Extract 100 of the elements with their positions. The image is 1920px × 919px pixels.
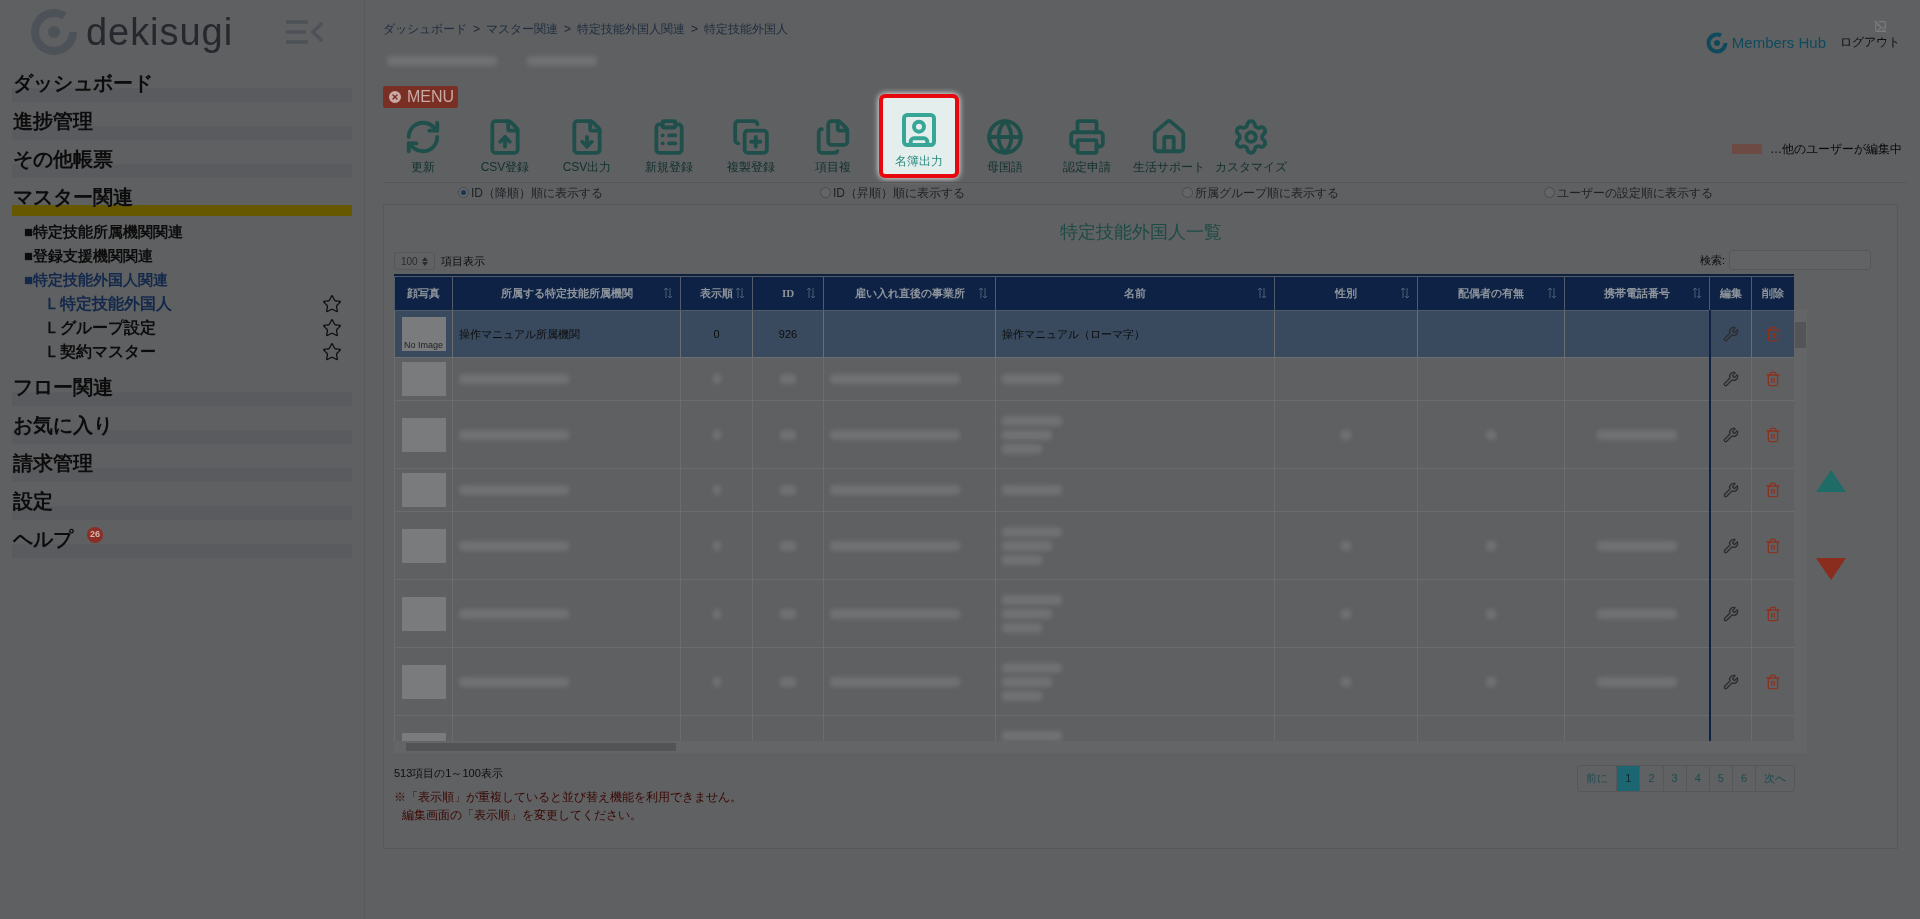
pagination-button[interactable]: 6 <box>1731 766 1755 791</box>
toolbar-button[interactable]: CSV出力 <box>547 118 627 178</box>
table-row[interactable] <box>394 511 1794 580</box>
sort-icon <box>1548 288 1556 298</box>
radio-icon[interactable] <box>458 187 469 198</box>
breadcrumb-separator: > <box>691 21 699 38</box>
favorite-star-icon[interactable] <box>322 318 342 338</box>
sidebar-subitem[interactable]: ■登録支援機関関連 <box>24 244 154 268</box>
column-header[interactable]: 雇い入れ直後の事業所 <box>823 276 996 311</box>
logout-link[interactable]: ログアウト <box>1840 33 1900 51</box>
copy-plus-icon <box>732 118 770 156</box>
delete-icon[interactable] <box>1765 673 1781 690</box>
pagination-button[interactable]: 2 <box>1639 766 1663 791</box>
edit-icon[interactable] <box>1722 426 1739 443</box>
toolbar-button[interactable]: 新規登録 <box>629 118 709 178</box>
favorite-star-icon[interactable] <box>322 294 342 314</box>
pagination-button[interactable]: 1 <box>1616 766 1640 791</box>
printer-icon <box>1068 118 1106 156</box>
photo-placeholder <box>401 664 446 699</box>
column-header: 顔写真 <box>394 276 453 311</box>
table-row[interactable] <box>394 357 1794 401</box>
pagination-button[interactable]: 4 <box>1685 766 1709 791</box>
vertical-scrollbar[interactable] <box>1794 310 1807 741</box>
toolbar-button[interactable]: カスタマイズ <box>1211 118 1291 178</box>
toolbar-button[interactable]: CSV登録 <box>465 118 545 178</box>
legend-text: …他のユーザーが編集中 <box>1770 141 1902 158</box>
delete-icon[interactable] <box>1765 426 1781 443</box>
page-size-label: 項目表示 <box>440 253 485 269</box>
radio-icon[interactable] <box>820 187 831 198</box>
delete-icon[interactable] <box>1765 371 1781 387</box>
documents-icon <box>814 118 852 156</box>
edit-icon[interactable] <box>1722 482 1739 498</box>
column-header[interactable]: 性別 <box>1274 276 1418 311</box>
radio-icon[interactable] <box>1544 187 1555 198</box>
close-icon <box>387 89 403 105</box>
breadcrumb-separator: > <box>473 21 480 38</box>
sort-icon <box>979 288 987 298</box>
broken-image-icon <box>1873 20 1887 33</box>
sidebar-subitem[interactable]: ■特定技能外国人関連 <box>24 268 169 292</box>
edit-icon[interactable] <box>1722 326 1739 342</box>
table-row[interactable] <box>394 579 1794 648</box>
sidebar-subitem[interactable]: Ｌ契約マスター <box>44 340 156 364</box>
toolbar-button[interactable]: 母国語 <box>965 118 1045 178</box>
delete-icon[interactable] <box>1765 605 1781 622</box>
toolbar-button[interactable]: 複製登録 <box>711 118 791 178</box>
entries-summary: 513項目の1～100表示 <box>394 766 504 781</box>
updown-icon <box>421 256 428 266</box>
column-header[interactable]: ID <box>752 276 824 311</box>
table-row[interactable] <box>394 647 1794 716</box>
edit-icon[interactable] <box>1722 673 1739 690</box>
edit-icon[interactable] <box>1722 371 1739 387</box>
toolbar-button[interactable]: 認定申請 <box>1047 118 1127 178</box>
toolbar-button[interactable]: 更新 <box>383 118 463 178</box>
photo-placeholder: No Image <box>401 317 446 351</box>
edit-icon[interactable] <box>1722 605 1739 622</box>
column-header[interactable]: 名前 <box>995 276 1275 311</box>
delete-icon[interactable] <box>1765 537 1781 554</box>
pagination-button[interactable]: 3 <box>1662 766 1686 791</box>
edit-icon[interactable] <box>1722 537 1739 554</box>
scroll-down-icon[interactable] <box>1816 558 1846 580</box>
menu-button[interactable]: MENU <box>383 86 459 108</box>
sidebar-subitem[interactable]: Ｌグループ設定 <box>44 316 156 340</box>
pagination-button[interactable]: 次へ <box>1755 766 1794 791</box>
table-row[interactable] <box>394 400 1794 469</box>
column-header[interactable]: 携帯電話番号 <box>1564 276 1710 311</box>
sort-icon <box>1258 288 1266 298</box>
warning-note: 編集画面の「表示順」を変更してください。 <box>401 806 643 824</box>
toolbar-button[interactable]: 項目複 <box>793 118 873 178</box>
toolbar-button[interactable]: 生活サポート <box>1129 118 1209 178</box>
column-header: 削除 <box>1751 276 1794 311</box>
table-cell: 操作マニュアル所属機関 <box>459 327 580 340</box>
gear-icon <box>1232 118 1270 156</box>
toolbar-button[interactable]: 名簿出力 <box>879 94 959 178</box>
table-row[interactable] <box>394 468 1794 512</box>
photo-placeholder <box>401 417 446 452</box>
horizontal-scrollbar[interactable] <box>394 741 1807 753</box>
column-header[interactable]: 表示順 <box>680 276 753 311</box>
pagination-button[interactable]: 5 <box>1708 766 1732 791</box>
photo-placeholder <box>401 528 446 563</box>
column-header[interactable]: 配偶者の有無 <box>1417 276 1565 311</box>
sort-icon <box>664 288 672 298</box>
column-header[interactable]: 所属する特定技能所属機関 <box>452 276 681 311</box>
breadcrumb-separator: > <box>564 21 572 38</box>
sort-icon <box>1693 288 1701 298</box>
delete-icon[interactable] <box>1765 326 1781 342</box>
sidebar-subitem[interactable]: ■特定技能所属機関関連 <box>24 220 184 244</box>
table-row[interactable]: No Image 操作マニュアル所属機関 0 926 操作マニュアル（ローマ字） <box>394 310 1794 358</box>
radio-icon[interactable] <box>1182 187 1193 198</box>
photo-placeholder <box>401 596 446 631</box>
delete-icon[interactable] <box>1765 482 1781 498</box>
column-header: 編集 <box>1709 276 1752 311</box>
photo-placeholder <box>401 362 446 396</box>
refresh-icon <box>404 118 442 156</box>
scroll-up-icon[interactable] <box>1816 470 1846 492</box>
notification-badge: 26 <box>87 527 103 543</box>
sidebar-subitem[interactable]: Ｌ特定技能外国人 <box>44 292 172 316</box>
table-cell: 926 <box>778 327 798 340</box>
house-icon <box>1150 118 1188 156</box>
search-label: 検索: <box>1699 252 1725 268</box>
favorite-star-icon[interactable] <box>322 342 342 362</box>
